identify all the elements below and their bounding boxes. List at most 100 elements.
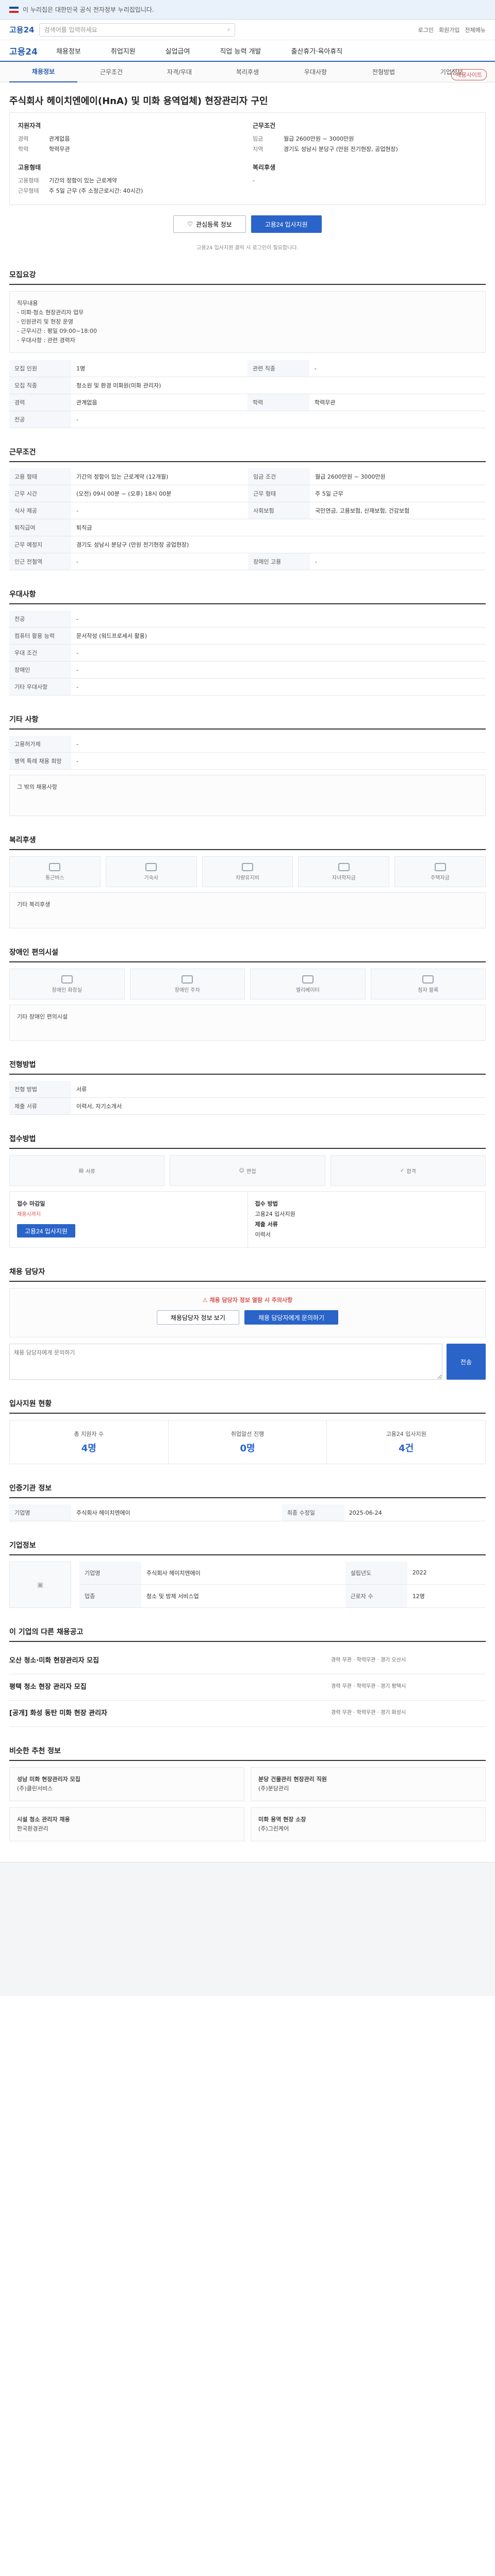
list-item[interactable]: [공개] 화성 동탄 미화 현장 관리자 경력 무관 · 학력무관 · 경기 화성… [9, 1701, 486, 1727]
disabled-tile: 장애인 화장실 [9, 969, 125, 999]
summary-right2-head: 복리후생 [253, 164, 276, 171]
tab-recruit[interactable]: 채용정보 [9, 62, 77, 82]
welfare-etc: 기타 복리후생 [9, 892, 486, 928]
gnb-item-jobs[interactable]: 채용정보 [56, 46, 81, 56]
stat-online: 고용24 입사지원 4건 [327, 1420, 485, 1464]
row-value: 국민연금, 고용보험, 산재보험, 건강보험 [310, 502, 486, 519]
page: 이 누리집은 대한민국 공식 전자정부 누리집입니다. 고용24 검색어를 입력… [0, 0, 495, 1996]
item-title[interactable]: [공개] 화성 동탄 미화 현장 관리자 [9, 1709, 107, 1717]
restroom-icon [61, 975, 73, 984]
search-placeholder: 검색어를 입력하세요 [44, 26, 97, 33]
process-section: 전형방법 전형 방법 서류 제출 서류 이력서, 자기소개서 [0, 1059, 495, 1115]
row-value: - [71, 678, 486, 696]
tab-welfare[interactable]: 복리후생 [213, 67, 282, 76]
search-icon[interactable]: ⌕ [227, 26, 231, 33]
summary-row: 임금 월급 2600만원 ~ 3000만원 [253, 134, 477, 144]
stat-value: 4건 [399, 1443, 414, 1454]
table-row: 컴퓨터 활용 능력 문서작성 (워드프로세서 활용) [9, 627, 486, 645]
summary-left-head: 지원자격 [18, 122, 41, 129]
util-login[interactable]: 로그인 [418, 26, 434, 34]
card-org: (주)그린케어 [258, 1825, 289, 1832]
col-value: 채용시까지 [17, 1212, 41, 1217]
row-value: - [71, 611, 486, 628]
item-title[interactable]: 평택 청소 현장 관리자 모집 [9, 1683, 87, 1691]
recommend-card[interactable]: 성남 미화 현장관리자 모집 (주)클린서비스 [9, 1767, 244, 1801]
card-org: (주)클린서비스 [17, 1785, 53, 1792]
scrap-button[interactable]: ♡ 관심등록 정보 [173, 215, 246, 233]
recommend-card[interactable]: 분당 건물관리 현장관리 직원 (주)분당관리 [251, 1767, 486, 1801]
qualification-title: 우대사항 [9, 589, 486, 604]
desc-line: - 미화·청소 현장관리자 업무 [17, 309, 84, 316]
util-signup[interactable]: 회원가입 [439, 26, 459, 34]
tab-conditions[interactable]: 근무조건 [77, 67, 145, 76]
other-title: 기타 사항 [9, 714, 486, 730]
manager-buttons: 채용담당자 정보 보기 채용 담당자에게 문의하기 [17, 1310, 478, 1325]
list-item[interactable]: 오산 청소·미화 현장관리자 모집 경력 무관 · 학력무관 · 경기 오산시 [9, 1648, 486, 1674]
item-title[interactable]: 오산 청소·미화 현장관리자 모집 [9, 1657, 99, 1665]
summary-value: 주 5일 근무 (주 소정근로시간: 40시간) [49, 188, 143, 194]
footer [0, 1862, 495, 1996]
stat-label: 취업알선 진행 [230, 1431, 265, 1437]
info-title: 인증기관 정보 [9, 1483, 486, 1498]
gnb-menu: 채용정보 취업지원 실업급여 직업 능력 개발 출산휴가·육아휴직 [56, 46, 342, 56]
row-value: - [71, 736, 486, 753]
summary-row: 고용형태 기간의 정함이 있는 근로계약 [18, 176, 242, 186]
row-key: 기업명 [9, 1504, 71, 1521]
row-key: 전공 [9, 611, 71, 628]
company-table: 기업명 주식회사 헤이치엔에이 설립년도 2022 업종 청소 및 방제 서비스업 근로자… [79, 1562, 486, 1608]
summary-value: - [253, 177, 255, 184]
tab-qualification[interactable]: 자격/우대 [145, 67, 213, 76]
util-all-menu[interactable]: 전체메뉴 [465, 26, 486, 34]
summary-row: 경력 관계없음 [18, 134, 242, 144]
item-main: [공개] 화성 동탄 미화 현장 관리자 [9, 1709, 107, 1718]
card-title: 성남 미화 현장관리자 모집 [17, 1776, 80, 1783]
row-value: 이력서, 자기소개서 [71, 1097, 486, 1115]
row-value: 관계없음 [71, 394, 248, 411]
ask-input[interactable] [9, 1344, 442, 1380]
apply-method-button[interactable]: 고용24 입사지원 [17, 1224, 75, 1238]
tab-preference[interactable]: 우대사항 [282, 67, 350, 76]
summary-value: 관계없음 [49, 135, 70, 142]
recommend-card[interactable]: 미화 용역 현장 소장 (주)그린케어 [251, 1807, 486, 1841]
welfare-tile: 통근버스 [9, 856, 101, 887]
apply-button[interactable]: 고용24 입사지원 [251, 215, 322, 233]
row-key: 기타 우대사항 [9, 678, 71, 696]
ask-manager-button[interactable]: 채용 담당자에게 문의하기 [244, 1310, 339, 1325]
disabled-tile: 장애인 주차 [129, 969, 245, 999]
row-key: 컴퓨터 활용 능력 [9, 627, 71, 645]
manager-title: 채용 담당자 [9, 1266, 486, 1282]
welfare-tile: 기숙사 [105, 856, 197, 887]
step-label: 서류 [86, 1168, 95, 1175]
row-value: - [71, 502, 249, 519]
list-item[interactable]: 평택 청소 현장 관리자 모집 경력 무관 · 학력무관 · 경기 평택시 [9, 1674, 486, 1701]
table-row: 고용허가제 - [9, 736, 486, 753]
recommend-card[interactable]: 시설 청소 관리자 채용 한국환경관리 [9, 1807, 244, 1841]
row-key: 기업명 [79, 1562, 141, 1585]
summary-row: 학력 학력무관 [18, 144, 242, 155]
search-input[interactable]: 검색어를 입력하세요 ⌕ [39, 23, 236, 37]
row-key: 인근 전철역 [9, 553, 71, 570]
sub-tabs: 채용정보 근무조건 자격/우대 복리후생 우대사항 전형방법 기업정보 [0, 62, 495, 82]
apply-box: 접수 마감일 채용시까지 고용24 입사지원 접수 방법 고용24 입사지원 제출 서류… [9, 1191, 486, 1248]
company-site-badge[interactable]: 채용사이트 [451, 69, 487, 80]
summary-value: 기간의 정함이 있는 근로계약 [49, 177, 117, 184]
send-button[interactable]: 전송 [446, 1344, 486, 1380]
gnb-home[interactable]: 고용24 [9, 44, 38, 57]
card-title: 분당 건물관리 현장관리 직원 [258, 1776, 327, 1783]
tab-process[interactable]: 전형방법 [350, 67, 418, 76]
row-value: 퇴직금 [71, 519, 486, 536]
summary-row: 근무형태 주 5일 근무 (주 소정근로시간: 40시간) [18, 186, 242, 196]
manager-alert: ⚠ 채용 담당자 정보 열람 시 주의사항 [17, 1296, 478, 1305]
welfare-tile: 차량유지비 [202, 856, 293, 887]
gnb-item-training[interactable]: 직업 능력 개발 [220, 46, 261, 56]
gnb-item-leave[interactable]: 출산휴가·육아휴직 [291, 46, 343, 56]
tile-label: 기숙사 [144, 875, 158, 881]
process-table: 전형 방법 서류 제출 서류 이력서, 자기소개서 [9, 1081, 486, 1115]
row-value: 서류 [71, 1081, 486, 1098]
gnb-item-unemployment[interactable]: 실업급여 [166, 46, 190, 56]
gnb-item-support[interactable]: 취업지원 [111, 46, 136, 56]
logo[interactable]: 고용24 [9, 24, 34, 35]
info-table: 기업명 주식회사 헤이치엔에이 최종 수정일 2025-06-24 [9, 1504, 486, 1521]
stats-section: 입사지원 현황 총 지원자 수 4명 취업알선 진행 0명 고용24 입사지원 4건 [0, 1398, 495, 1464]
view-manager-button[interactable]: 채용담당자 정보 보기 [156, 1310, 239, 1325]
